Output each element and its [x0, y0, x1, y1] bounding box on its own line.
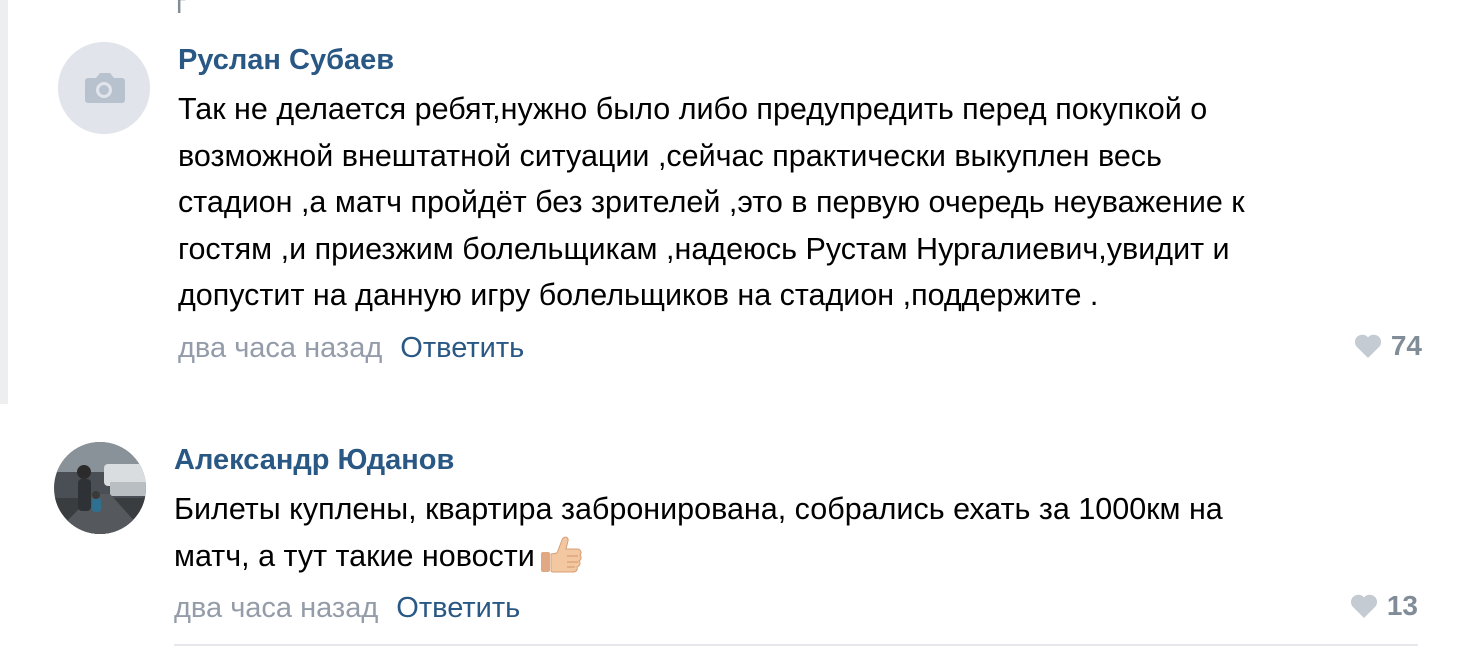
comment-text: Так не делается ребят,нужно было либо пр… — [178, 86, 1418, 319]
avatar[interactable] — [54, 442, 146, 534]
comments-feed: г Руслан Субаев Так не делается ребят,ну… — [0, 0, 1460, 650]
reply-button[interactable]: Ответить — [396, 592, 520, 624]
avatar[interactable] — [58, 42, 150, 134]
like-count: 13 — [1386, 590, 1418, 621]
comment-text-fragment: матч, а тут такие новости — [174, 538, 535, 573]
author-name[interactable]: Руслан Субаев — [178, 38, 394, 82]
comment-text-line: допустит на данную игру болельщиков на с… — [178, 278, 1099, 312]
like-count: 74 — [1390, 330, 1422, 361]
previous-comment-fragment: г — [176, 0, 187, 19]
comment-text: Билеты куплены, квартира забронирована, … — [174, 486, 1414, 587]
author-name[interactable]: Александр Юданов — [174, 438, 454, 482]
comment-meta: два часа назад Ответить — [178, 326, 524, 370]
comment-time[interactable]: два часа назад — [178, 332, 382, 364]
heart-icon — [1354, 334, 1381, 358]
comment-time[interactable]: два часа назад — [174, 592, 378, 624]
camera-icon — [58, 42, 150, 134]
like-button[interactable]: 74 — [1353, 326, 1422, 366]
comment-text-line: Билеты куплены, квартира забронирована, … — [174, 492, 1223, 526]
thumbs-up-icon — [539, 534, 583, 588]
divider — [174, 644, 1418, 646]
comment-text-line: стадион ,а матч пройдёт без зрителей ,эт… — [178, 185, 1245, 219]
user-photo — [54, 442, 146, 534]
comment-text-line: гостям ,и приезжим болельщикам ,надеюсь … — [178, 231, 1230, 266]
heart-icon — [1350, 594, 1377, 618]
like-button[interactable]: 13 — [1349, 586, 1418, 626]
comment-text-line: Так не делается ребят,нужно было либо пр… — [178, 92, 1208, 126]
comment-text-line: возможной внештатной ситуации ,сейчас пр… — [178, 138, 1162, 173]
comment-meta: два часа назад Ответить — [174, 586, 520, 630]
comment-text-line: матч, а тут такие новости — [174, 533, 1414, 588]
thread-indent-stripe — [0, 0, 8, 404]
reply-button[interactable]: Ответить — [400, 332, 524, 364]
